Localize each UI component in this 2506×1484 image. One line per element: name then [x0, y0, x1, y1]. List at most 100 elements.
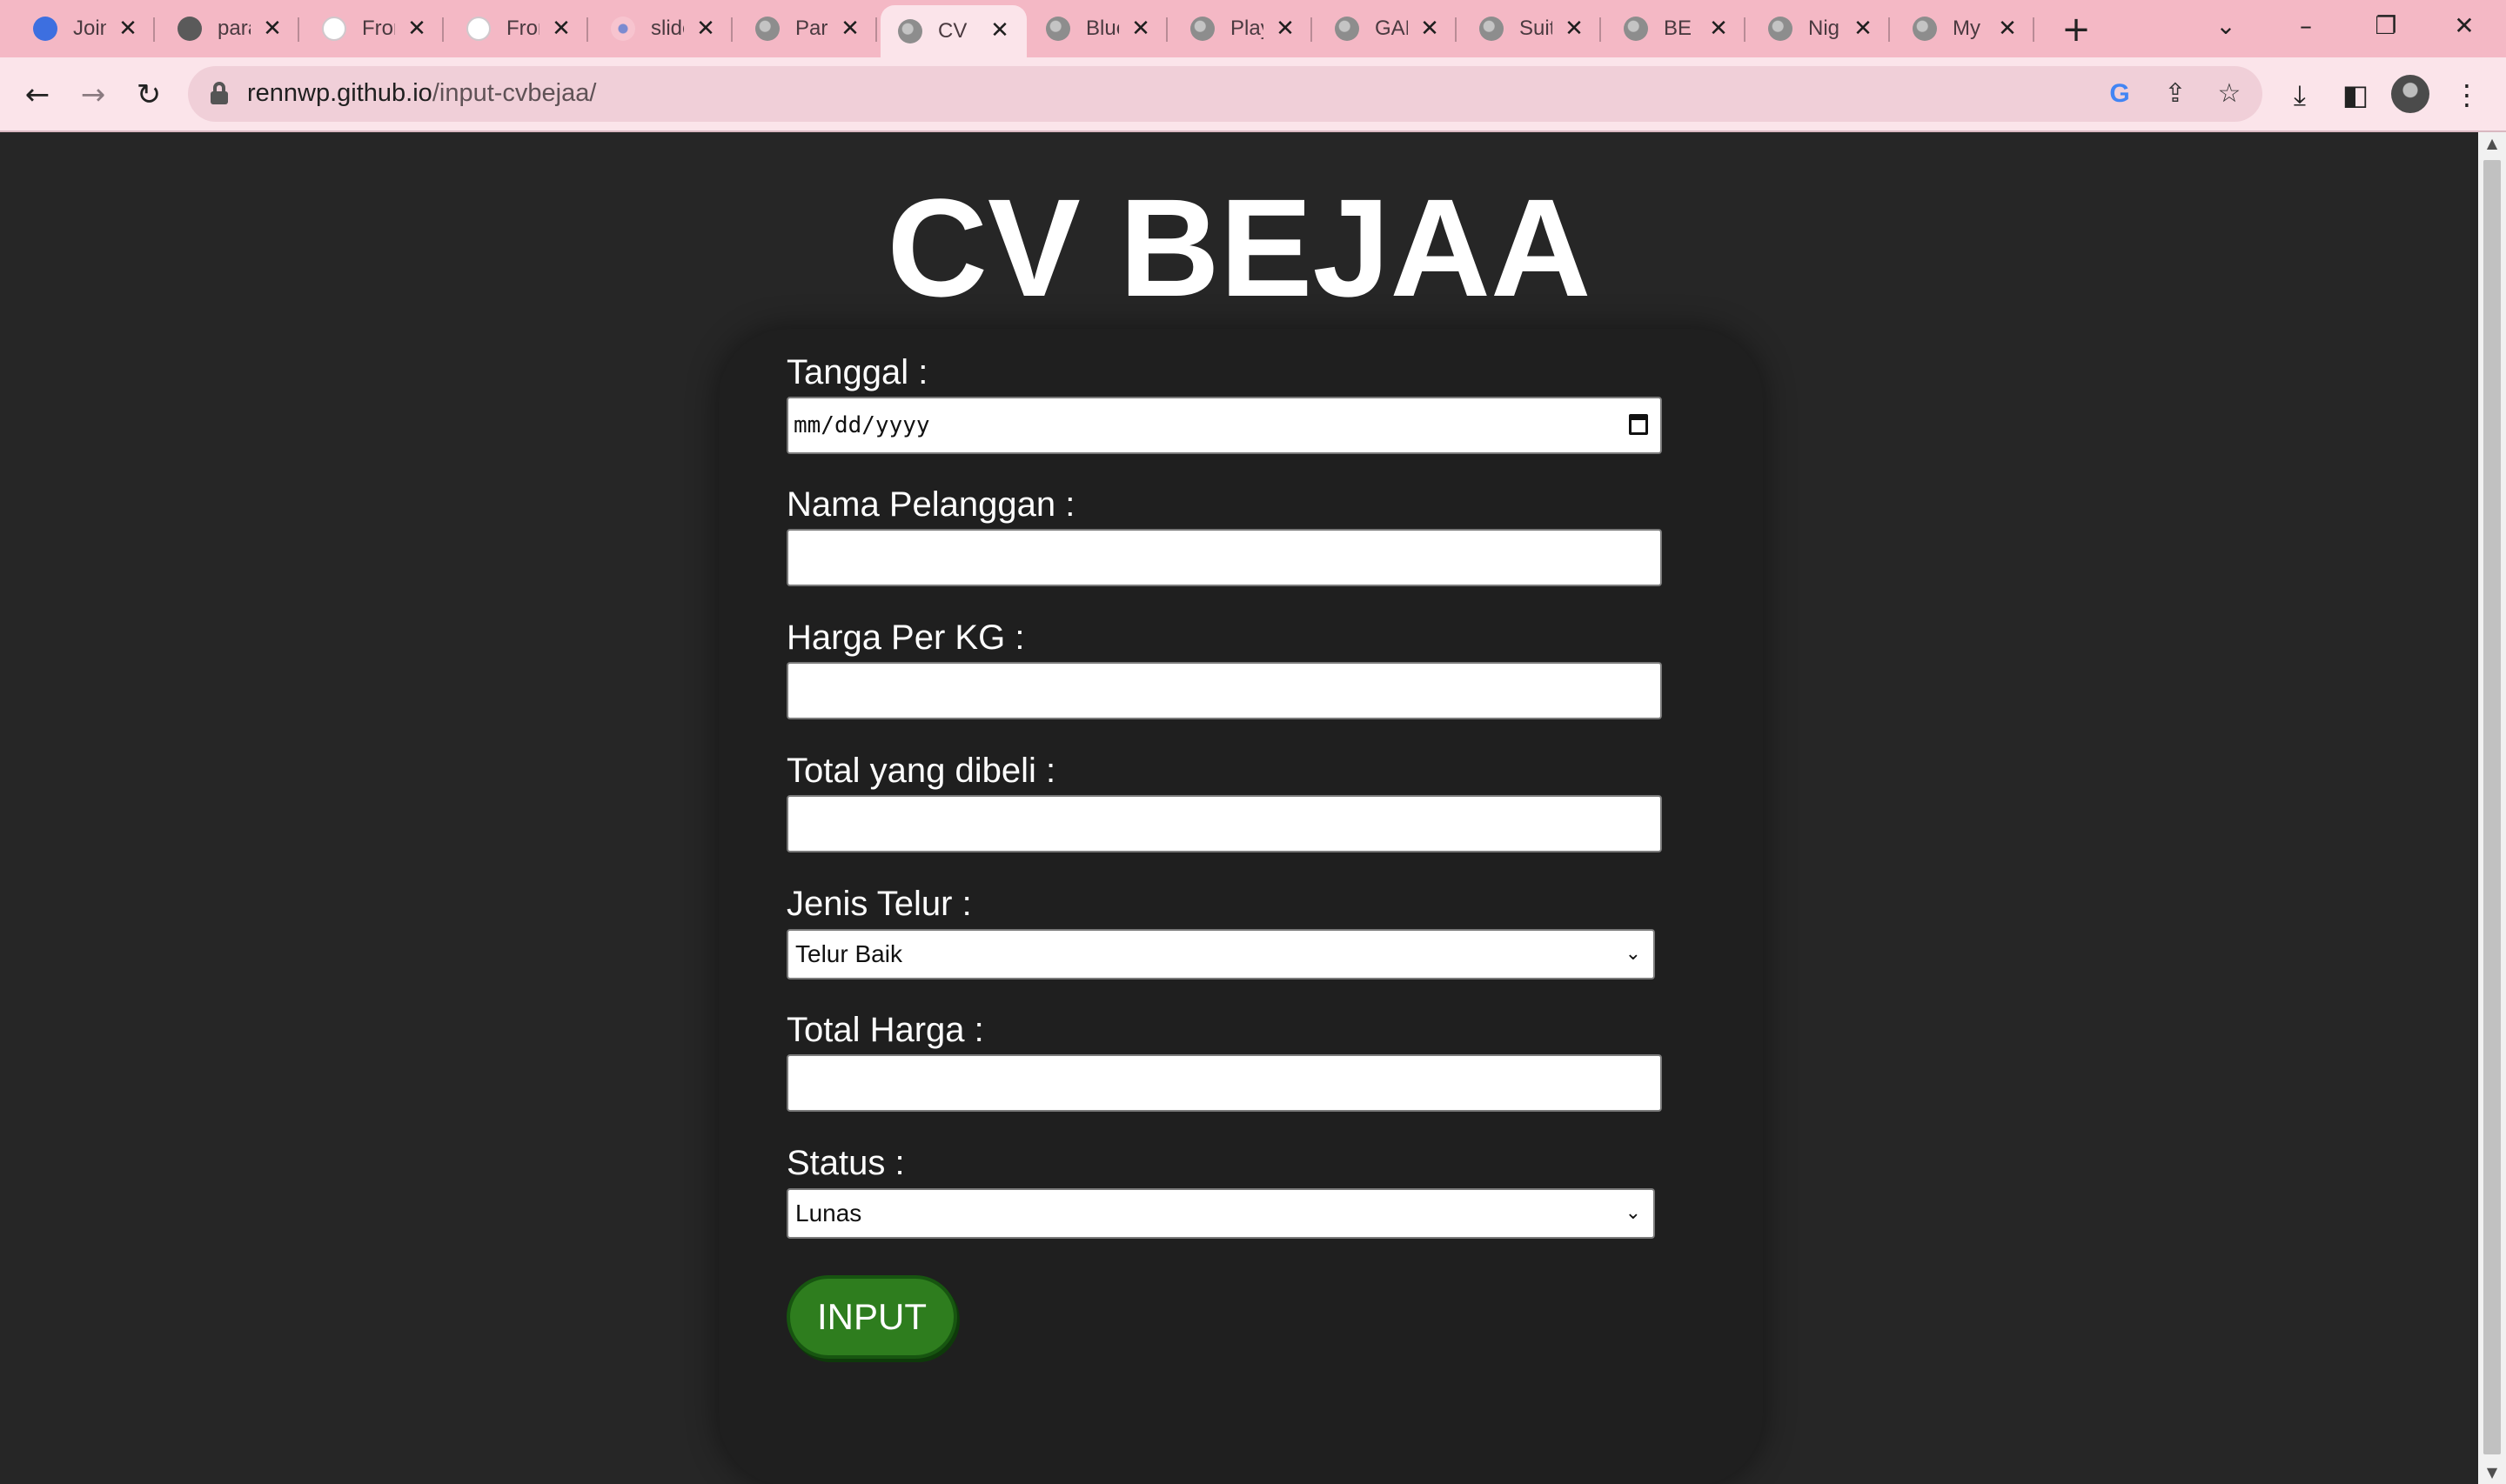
join-icon	[33, 17, 57, 41]
chevron-down-icon: ⌄	[1625, 1202, 1641, 1224]
back-arrow-icon[interactable]: ←	[16, 73, 59, 117]
tab-slide[interactable]: slide ✕	[593, 9, 733, 49]
reload-icon[interactable]: ↻	[127, 73, 171, 117]
tanggal-date-input[interactable]: mm/dd/yyyy	[787, 397, 1662, 454]
close-icon[interactable]: ✕	[1848, 14, 1878, 43]
side-panel-icon[interactable]: ◧	[2334, 73, 2377, 117]
globe-icon	[1190, 17, 1215, 41]
tab-title: slide	[651, 17, 684, 40]
page-viewport: CV BEJAA Tanggal : mm/dd/yyyy Nama Pelan…	[0, 132, 2478, 1484]
close-icon[interactable]: ✕	[113, 14, 143, 43]
tab-play[interactable]: Play ✕	[1173, 9, 1312, 49]
restore-icon[interactable]: ❐	[2360, 7, 2412, 45]
window-close-icon[interactable]: ✕	[2438, 7, 2490, 45]
tab-frontend-1[interactable]: From ✕	[305, 9, 444, 49]
tab-separator	[442, 17, 444, 42]
page-scrollbar[interactable]: ▲ ▼	[2478, 132, 2506, 1484]
status-value: Lunas	[795, 1200, 862, 1227]
lock-icon[interactable]	[211, 82, 228, 104]
scrollbar-thumb[interactable]	[2483, 160, 2501, 1454]
close-icon[interactable]: ✕	[258, 14, 287, 43]
harga-per-kg-input[interactable]	[787, 662, 1662, 719]
tab-separator	[731, 17, 733, 42]
minimize-icon[interactable]: –	[2280, 7, 2332, 45]
github-icon	[178, 17, 202, 41]
nama-pelanggan-input[interactable]	[787, 529, 1662, 586]
input-submit-button[interactable]: INPUT	[787, 1275, 957, 1359]
status-select[interactable]: Lunas ⌄	[787, 1188, 1655, 1239]
total-harga-input[interactable]	[787, 1054, 1662, 1112]
tab-title: GAL	[1375, 17, 1408, 40]
close-icon[interactable]: ✕	[1704, 14, 1733, 43]
close-icon[interactable]: ✕	[1559, 14, 1589, 43]
jenis-telur-value: Telur Baik	[795, 940, 902, 967]
calendar-icon[interactable]	[1629, 414, 1648, 435]
jenis-telur-select[interactable]: Telur Baik ⌄	[787, 929, 1655, 979]
slide-icon	[611, 17, 635, 41]
tab-title: From	[506, 17, 539, 40]
status-label: Status :	[787, 1144, 905, 1182]
tab-title: Nig	[1808, 17, 1840, 40]
tab-be[interactable]: BE ✕	[1606, 9, 1745, 49]
tab-separator	[2033, 17, 2034, 42]
close-icon[interactable]: ✕	[1993, 14, 2022, 43]
tab-para[interactable]: Para ✕	[738, 9, 877, 49]
globe-icon	[1046, 17, 1070, 41]
forward-arrow-icon[interactable]: →	[71, 73, 115, 117]
frontend-icon	[322, 17, 346, 41]
close-icon[interactable]: ✕	[546, 14, 576, 43]
tab-blue[interactable]: Blue ✕	[1029, 9, 1168, 49]
tab-frontend-2[interactable]: From ✕	[449, 9, 588, 49]
close-icon[interactable]: ✕	[1415, 14, 1444, 43]
tab-title: Play	[1230, 17, 1263, 40]
page-title: CV BEJAA	[887, 170, 1591, 325]
scroll-down-arrow-icon[interactable]: ▼	[2478, 1461, 2506, 1484]
url-path: /input-cvbejaa/	[432, 79, 597, 107]
close-icon[interactable]: ✕	[691, 14, 720, 43]
tab-title: From	[362, 17, 395, 40]
scroll-up-arrow-icon[interactable]: ▲	[2478, 132, 2506, 155]
tab-title: CV	[938, 19, 968, 43]
profile-avatar[interactable]	[2391, 75, 2429, 113]
tab-search-chevron-icon[interactable]: ⌄	[2200, 7, 2252, 45]
globe-icon	[755, 17, 780, 41]
bookmark-star-icon[interactable]: ☆	[2210, 75, 2248, 113]
tab-title: Suit	[1519, 17, 1552, 40]
close-icon[interactable]: ✕	[985, 16, 1015, 45]
tab-separator	[875, 17, 877, 42]
tab-separator	[298, 17, 299, 42]
tab-gal[interactable]: GAL ✕	[1317, 9, 1457, 49]
close-icon[interactable]: ✕	[402, 14, 432, 43]
tab-cv-active[interactable]: CV ✕	[881, 5, 1027, 57]
menu-kebab-icon[interactable]: ⋮	[2445, 73, 2489, 117]
tab-title: My	[1953, 17, 1980, 40]
tab-separator	[1310, 17, 1312, 42]
globe-icon	[1768, 17, 1792, 41]
tab-join[interactable]: Join ✕	[16, 9, 155, 49]
url-text[interactable]: rennwp.github.io/input-cvbejaa/	[247, 79, 596, 108]
tab-separator	[153, 17, 155, 42]
tab-my[interactable]: My ✕	[1895, 9, 2034, 49]
total-harga-label: Total Harga :	[787, 1011, 984, 1049]
globe-icon	[1913, 17, 1937, 41]
tab-title: Join	[73, 17, 106, 40]
google-lens-icon[interactable]: G	[2101, 75, 2139, 113]
address-bar[interactable]: rennwp.github.io/input-cvbejaa/ G ⇪ ☆	[188, 66, 2262, 122]
close-icon[interactable]: ✕	[1270, 14, 1300, 43]
tab-strip: Join ✕ para ✕ From ✕ From ✕ slide ✕ Para…	[0, 0, 2506, 57]
tab-nig[interactable]: Nig ✕	[1751, 9, 1890, 49]
total-dibeli-label: Total yang dibeli :	[787, 752, 1056, 790]
total-dibeli-input[interactable]	[787, 795, 1662, 852]
tab-title: para	[218, 17, 251, 40]
globe-icon	[1335, 17, 1359, 41]
tab-title: Para	[795, 17, 828, 40]
new-tab-plus-icon[interactable]: +	[2057, 10, 2095, 49]
download-icon[interactable]: ⤓	[2278, 73, 2322, 117]
tab-github[interactable]: para ✕	[160, 9, 299, 49]
tab-suit[interactable]: Suit ✕	[1462, 9, 1601, 49]
share-icon[interactable]: ⇪	[2156, 75, 2194, 113]
form-card: Tanggal : mm/dd/yyyy Nama Pelanggan : Ha…	[719, 329, 1763, 1484]
close-icon[interactable]: ✕	[835, 14, 865, 43]
close-icon[interactable]: ✕	[1126, 14, 1156, 43]
tab-separator	[1888, 17, 1890, 42]
